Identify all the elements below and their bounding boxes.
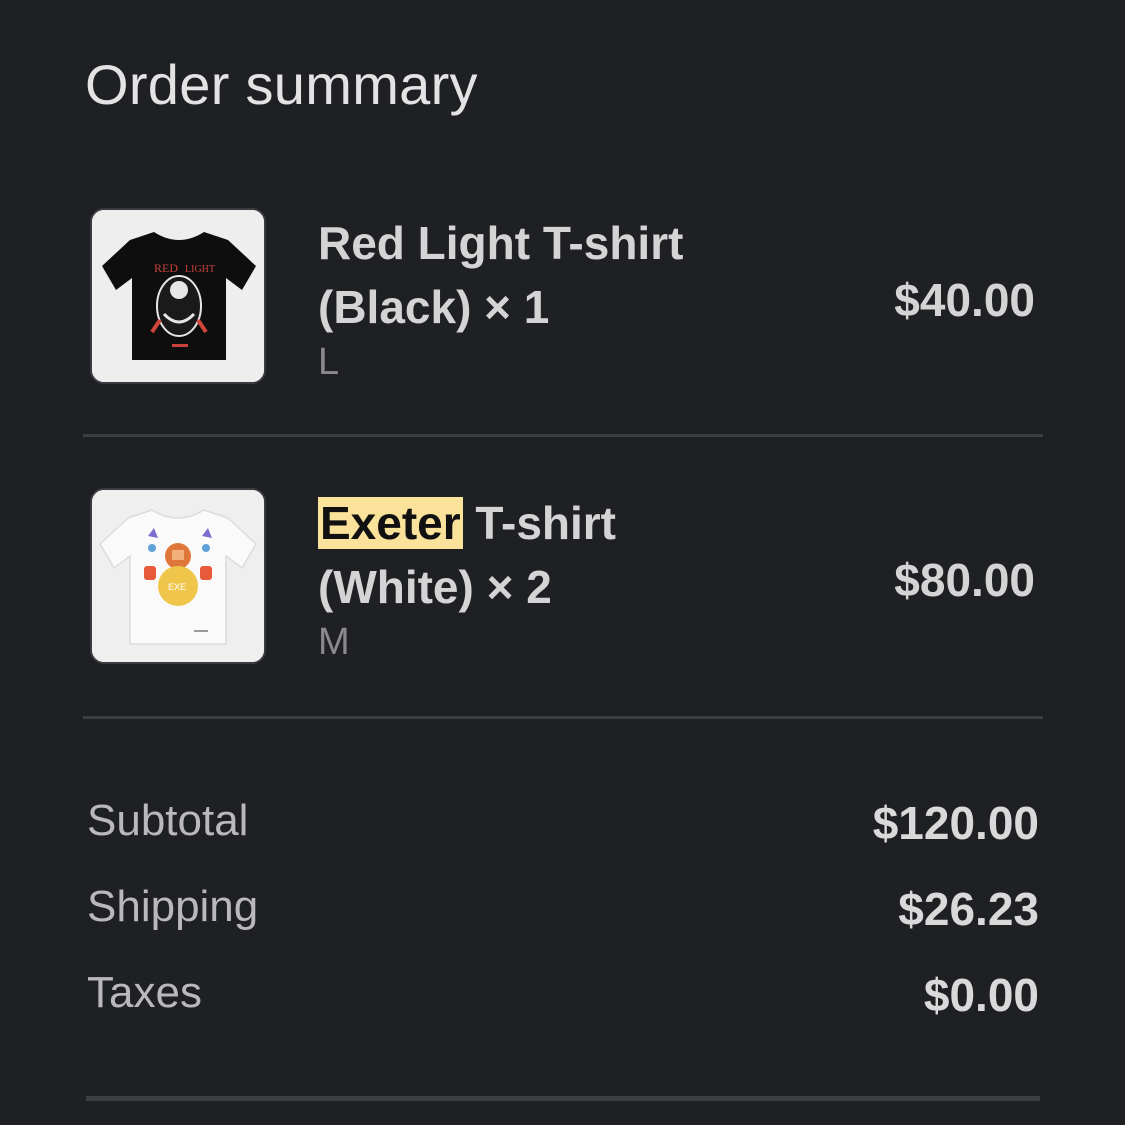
item-price: $80.00: [894, 554, 1035, 606]
shipping-value: $26.23: [898, 883, 1039, 935]
item-variant: M: [318, 621, 350, 663]
black-tshirt-image: RED LIGHT: [92, 210, 264, 382]
shipping-label: Shipping: [87, 882, 259, 931]
subtotal-label: Subtotal: [87, 796, 249, 845]
item-name-line1-rest: T-shirt: [462, 497, 616, 549]
item-name: Red Light T-shirt (Black) × 1: [318, 211, 738, 339]
shirt-print-text: RED: [154, 261, 178, 275]
taxes-value: $0.00: [923, 969, 1039, 1021]
divider: [83, 716, 1043, 719]
shirt-print-text: LIGHT: [185, 264, 215, 275]
divider: [83, 434, 1043, 437]
line-item[interactable]: EXE Exeter T-shirt (White) × 2 M $80.00: [85, 485, 1043, 665]
item-name-line2: (White) × 2: [318, 561, 552, 613]
line-item[interactable]: RED LIGHT Red Light T-shirt (Black) × 1 …: [85, 205, 1043, 385]
item-variant: L: [318, 341, 340, 383]
divider: [86, 1096, 1040, 1101]
subtotal-value: $120.00: [872, 797, 1039, 849]
item-name-line2: (Black) × 1: [318, 281, 550, 333]
item-price: $40.00: [894, 274, 1035, 326]
shipping-row: Shipping $26.23: [87, 882, 1039, 942]
product-thumbnail[interactable]: RED LIGHT: [90, 208, 266, 384]
taxes-label: Taxes: [87, 968, 202, 1017]
subtotal-row: Subtotal $120.00: [87, 796, 1039, 856]
white-tshirt-image: EXE: [92, 490, 264, 662]
taxes-row: Taxes $0.00: [87, 968, 1039, 1028]
order-summary-panel: Order summary RED LIGHT Red Light T-shir…: [0, 0, 1125, 1125]
shirt-print-text: EXE: [168, 582, 186, 592]
order-summary-title: Order summary: [85, 53, 478, 116]
item-name: Exeter T-shirt (White) × 2: [318, 491, 738, 619]
product-thumbnail[interactable]: EXE: [90, 488, 266, 664]
item-name-line1: Red Light T-shirt: [318, 217, 684, 269]
search-highlight: Exeter: [318, 497, 463, 549]
